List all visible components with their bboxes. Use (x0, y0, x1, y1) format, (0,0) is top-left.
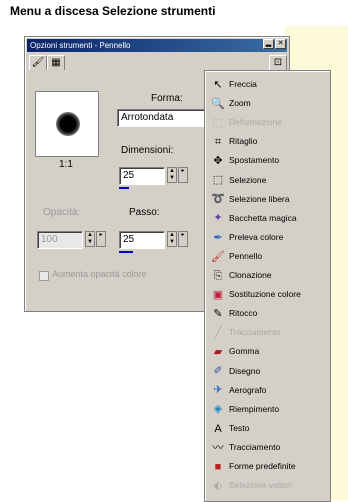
passo-stepper[interactable]: ▲ ▼ (167, 231, 177, 247)
tool-item[interactable]: A Testo (207, 419, 328, 438)
tool-item[interactable]: ⌗ Ritaglio (207, 132, 328, 151)
tool-item[interactable]: ✒ Preleva colore (207, 228, 328, 247)
lasso-icon: ➰ (211, 193, 225, 206)
brush-icon: 🖌 (31, 57, 45, 68)
passo-input[interactable]: 25 (119, 231, 165, 249)
page-caption: Menu a discesa Selezione strumenti (10, 4, 216, 18)
tool-item-label: Deformazione (229, 117, 282, 128)
tool-item[interactable]: ✥ Spostamento (207, 151, 328, 170)
tool-item-label: Selezione libera (229, 193, 290, 204)
window-title[interactable]: Opzioni strumenti - Pennello (27, 39, 287, 52)
tool-item-label: Selezione vettori (229, 480, 292, 491)
grid-icon: ▦ (51, 57, 61, 68)
opacita-expand-icon[interactable]: ▸ (96, 231, 106, 247)
retouch-icon: ✎ (213, 307, 223, 320)
selection-icon: ⬚ (212, 174, 224, 187)
tool-item[interactable]: ╱ Tracciamento (207, 323, 328, 342)
shapes-icon: ■ (214, 460, 222, 473)
fill-icon: ◈ (213, 403, 223, 416)
tab-brush[interactable]: 🖌 (29, 55, 47, 70)
tool-item[interactable]: ▣ Sostituzione colore (207, 285, 328, 304)
tool-item-label: Gomma (229, 346, 260, 357)
tool-item[interactable]: ✈ Aerografo (207, 381, 328, 400)
eyedropper-icon: ✒ (213, 231, 223, 244)
options-icon: ⊡ (273, 57, 283, 68)
passo-label: Passo: (129, 207, 160, 218)
brush-tip-icon (56, 112, 80, 136)
passo-slider[interactable] (119, 251, 133, 253)
tool-item-label: Pennello (229, 250, 263, 261)
forma-label: Forma: (151, 93, 183, 104)
tool-item-label: Spostamento (229, 155, 280, 166)
tool-item-label: Disegno (229, 365, 261, 376)
tool-item[interactable]: ✐ Disegno (207, 362, 328, 381)
text-icon: A (214, 422, 222, 435)
arrow-icon: ↖ (213, 78, 223, 91)
tab-grid[interactable]: ▦ (47, 55, 65, 70)
minimize-icon[interactable]: ▂ (263, 39, 274, 49)
tool-item[interactable]: ⬚ Deformazione (207, 113, 328, 132)
crop-icon: ⌗ (214, 136, 222, 149)
tool-item[interactable]: 〰 Tracciamento (207, 438, 328, 457)
tool-item[interactable]: ✎ Ritocco (207, 304, 328, 323)
tool-item-label: Tracciamento (229, 441, 281, 452)
brush-icon: 🖌 (211, 250, 225, 263)
tool-item[interactable]: ▰ Gomma (207, 342, 328, 361)
tool-item-label: Zoom (229, 98, 251, 109)
dimensioni-label: Dimensioni: (121, 145, 174, 156)
tool-item[interactable]: ⬖ Selezione vettori (207, 476, 328, 495)
tool-item[interactable]: 🔍 Zoom (207, 94, 328, 113)
forma-select[interactable]: Arrotondata (117, 109, 213, 127)
dimensioni-expand-icon[interactable]: ▸ (178, 167, 188, 183)
tab-options[interactable]: ⊡ (269, 55, 287, 70)
tool-item-label: Aerografo (229, 384, 267, 395)
deform-icon: ⬚ (212, 116, 224, 129)
tool-item-label: Freccia (229, 79, 257, 89)
tool-item-label: Selezione (229, 174, 267, 185)
tool-item[interactable]: ⬚ Selezione (207, 171, 328, 190)
eraser-icon: ▰ (213, 346, 223, 359)
move-icon: ✥ (213, 155, 223, 168)
clone-icon: ⎘ (213, 269, 223, 282)
dimensioni-input[interactable]: 25 (119, 167, 165, 185)
dimensioni-stepper[interactable]: ▲ ▼ (167, 167, 177, 183)
tool-item[interactable]: ■ Forme predefinite (207, 457, 328, 476)
trace-icon: 〰 (212, 441, 224, 454)
tool-item-label: Riempimento (229, 403, 280, 414)
opacita-stepper[interactable]: ▲ ▼ (85, 231, 95, 247)
preview-scale: 1:1 (59, 159, 73, 170)
opacity-checkbox[interactable] (39, 271, 49, 281)
airbrush-icon: ✈ (213, 384, 223, 397)
tool-item[interactable]: ⎘ Clonazione (207, 266, 328, 285)
dimensioni-slider[interactable] (119, 187, 129, 189)
brush-preview (35, 91, 99, 157)
draw-icon: ✐ (213, 365, 223, 378)
tool-item[interactable]: ↖ Freccia (207, 75, 328, 94)
tool-dropdown-list[interactable]: ↖ Freccia 🔍 Zoom ⬚ Deformazione ⌗ Ritaglio ✥ Spos… (204, 70, 331, 502)
tool-item[interactable]: 🖌 Pennello (207, 247, 328, 266)
tool-item-label: Tracciamento (229, 327, 281, 338)
tool-item[interactable]: ✦ Bacchetta magica (207, 209, 328, 228)
tool-item-label: Testo (229, 422, 250, 433)
tool-item[interactable]: ➰ Selezione libera (207, 190, 328, 209)
magic-wand-icon: ✦ (213, 212, 223, 225)
passo-expand-icon[interactable]: ▸ (178, 231, 188, 247)
opacita-label: Opacità: (43, 207, 81, 218)
tool-item[interactable]: ◈ Riempimento (207, 400, 328, 419)
close-icon[interactable]: ✕ (275, 39, 286, 49)
tool-item-label: Preleva colore (229, 231, 284, 242)
tool-item-label: Ritocco (229, 308, 258, 319)
tool-item-label: Clonazione (229, 270, 272, 280)
tool-item-label: Bacchetta magica (229, 212, 297, 223)
replace-color-icon: ▣ (212, 288, 224, 301)
tool-item-label: Ritaglio (229, 136, 258, 147)
opacita-input[interactable]: 100 (37, 231, 83, 249)
tool-item-label: Sostituzione colore (229, 289, 301, 300)
checkbox-label: Aumenta opacità colore (52, 269, 147, 279)
tool-item-label: Forme predefinite (229, 461, 296, 471)
line-icon: ╱ (214, 327, 222, 340)
zoom-icon: 🔍 (211, 97, 225, 110)
vector-select-icon: ⬖ (213, 479, 223, 492)
